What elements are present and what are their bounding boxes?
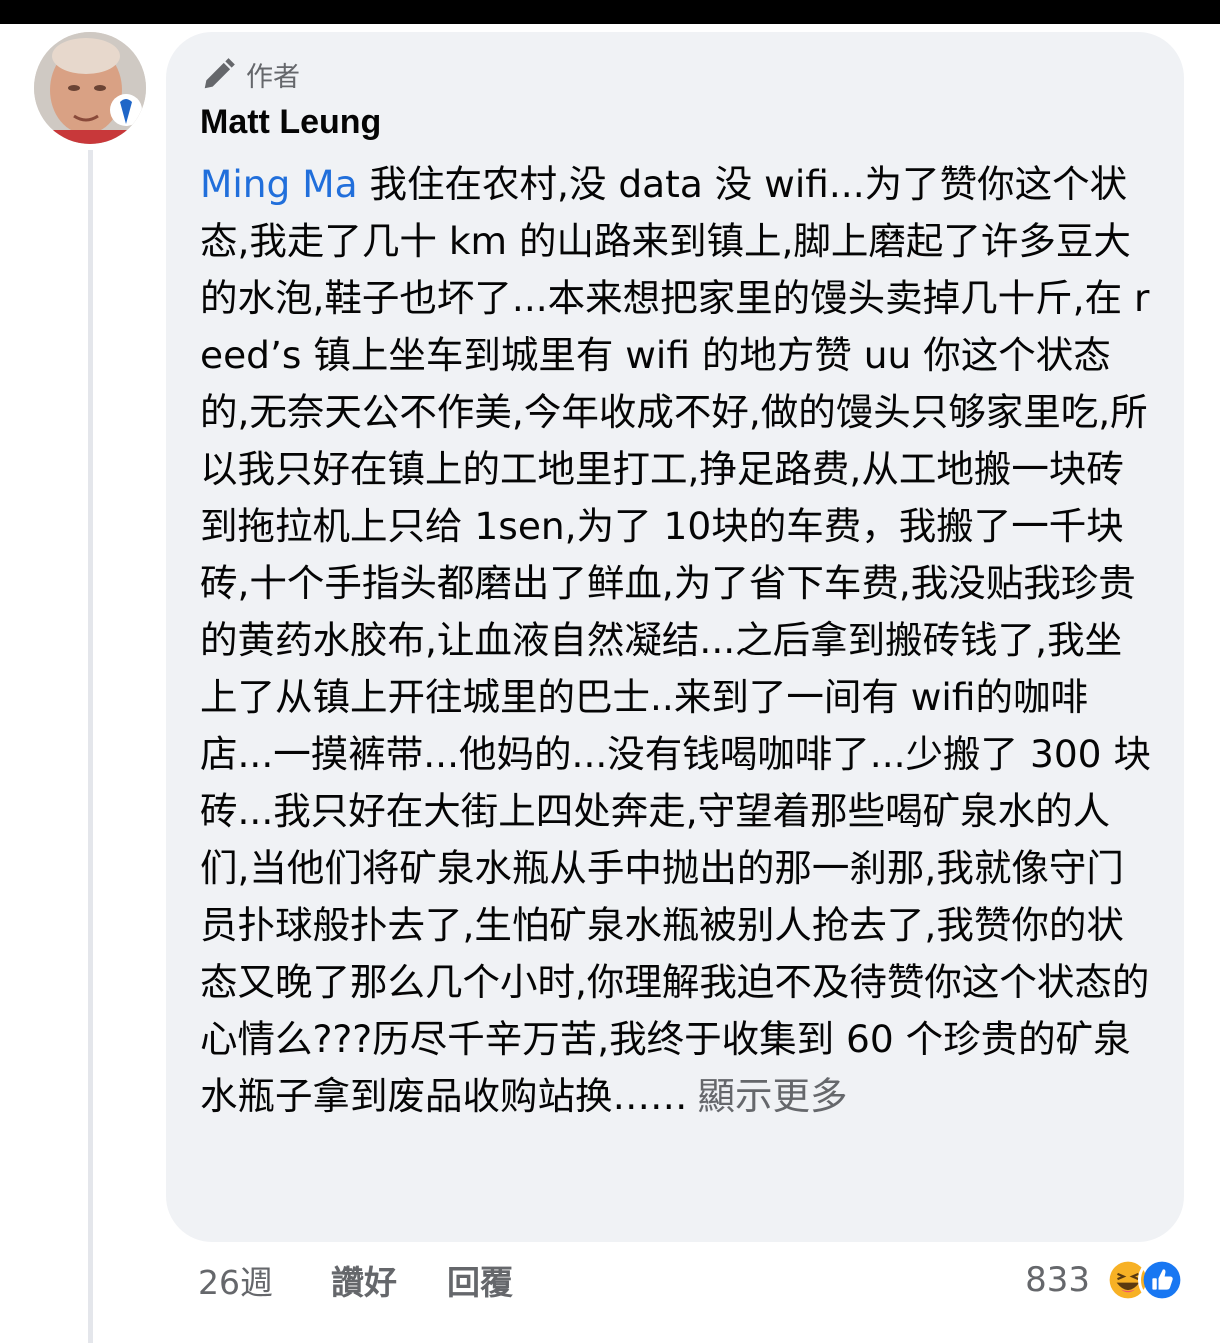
author-name[interactable]: Matt Leung bbox=[200, 100, 1154, 144]
mention-link[interactable]: Ming Ma bbox=[200, 162, 358, 206]
timestamp[interactable]: 26週 bbox=[198, 1256, 273, 1304]
like-icon bbox=[1138, 1256, 1186, 1304]
reaction-count: 833 bbox=[1025, 1260, 1090, 1300]
pen-icon bbox=[204, 58, 235, 89]
thread-connector-line bbox=[88, 150, 93, 1343]
see-more-link[interactable]: 顯示更多 bbox=[698, 1074, 848, 1118]
reply-button[interactable]: 回覆 bbox=[447, 1256, 513, 1304]
comment-body: 我住在农村,没 data 没 wifi...为了赞你这个状态,我走了几十 km … bbox=[200, 162, 1151, 1118]
comment-text: Ming Ma 我住在农村,没 data 没 wifi...为了赞你这个状态,我… bbox=[200, 156, 1154, 1125]
avatar-photo bbox=[34, 32, 146, 144]
like-button[interactable]: 讚好 bbox=[331, 1256, 397, 1304]
reaction-summary[interactable]: 833 bbox=[1025, 1254, 1186, 1306]
avatar[interactable] bbox=[34, 32, 146, 144]
status-bar bbox=[0, 0, 1220, 24]
comment-bubble: 作者 Matt Leung Ming Ma 我住在农村,没 data 没 wif… bbox=[166, 32, 1184, 1242]
author-badge: 作者 bbox=[200, 54, 1154, 94]
author-badge-label: 作者 bbox=[246, 61, 300, 93]
comment-actions: 26週 讚好 回覆 bbox=[198, 1258, 513, 1302]
